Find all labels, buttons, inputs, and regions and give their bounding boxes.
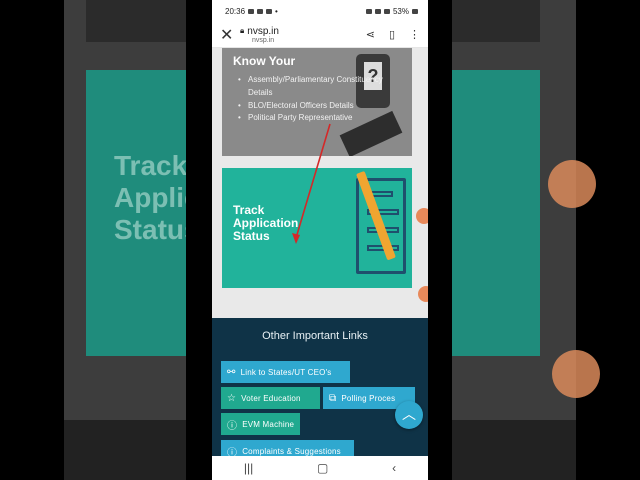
info-icon: ⓘ [227, 420, 238, 432]
other-links-section: Other Important Links ⚯ Link to States/U… [212, 318, 428, 458]
lock-icon: 🔒︎ [240, 26, 245, 35]
url-host: nvsp.in [247, 25, 279, 37]
more-vertical-icon[interactable]: ⋮ [409, 28, 420, 41]
voter-education-button[interactable]: ☆ Voter Education [221, 387, 320, 409]
button-label: Polling Proces [341, 393, 396, 403]
star-icon: ☆ [227, 392, 237, 404]
background-right [452, 0, 576, 480]
android-nav-bar: ||| ▢ ‹ [212, 456, 428, 480]
signal-icon [383, 8, 390, 14]
scroll-to-top-button[interactable]: ︿ [395, 401, 423, 429]
know-your-title: Know Your [233, 54, 296, 68]
know-your-list: Assembly/Parliamentary Constituency Deta… [238, 74, 408, 125]
url-display[interactable]: 🔒︎ nvsp.in nvsp.in [240, 26, 352, 44]
background-track-text: TrackApplicStatus [114, 150, 186, 245]
url-subtitle: nvsp.in [252, 36, 275, 44]
background-teal-panel [452, 70, 540, 356]
battery-level: 53% [392, 6, 409, 16]
background-dark-box [452, 0, 540, 42]
side-circle [418, 286, 428, 302]
home-icon[interactable]: ▢ [317, 461, 328, 475]
background-circle [552, 350, 600, 398]
other-links-heading: Other Important Links [262, 330, 368, 342]
background-dark-box [86, 0, 186, 42]
share-icon[interactable]: ⋖ [366, 28, 375, 41]
recents-icon[interactable]: ||| [244, 461, 253, 475]
external-link-icon: ⧉ [329, 392, 337, 404]
button-label: Link to States/UT CEO's [240, 367, 332, 377]
button-label: EVM Machine [242, 419, 295, 429]
evm-machine-button[interactable]: ⓘ EVM Machine [221, 413, 300, 435]
whatsapp-icon [266, 8, 273, 14]
track-application-card[interactable]: Track Application Status [222, 168, 412, 288]
chevron-up-icon: ︿ [402, 406, 416, 422]
close-icon[interactable]: ✕ [220, 25, 233, 45]
list-item[interactable]: BLO/Electoral Officers Details [238, 100, 408, 113]
background-left: TrackApplicStatus [64, 0, 186, 480]
know-your-card[interactable]: ? Know Your Assembly/Parliamentary Const… [222, 48, 412, 156]
pencil-icon[interactable] [416, 208, 428, 224]
cloud-icon [257, 8, 264, 14]
list-item[interactable]: Political Party Representative [238, 112, 408, 125]
bluetooth-icon [374, 8, 381, 14]
button-label: Complaints & Suggestions [242, 446, 341, 456]
list-item[interactable]: Assembly/Parliamentary Constituency Deta… [238, 74, 408, 100]
background-pencil-icon [548, 160, 596, 208]
alarm-icon [365, 8, 372, 14]
phone-screen: 20:36 • 53% ✕ 🔒︎ nvsp.in nvsp.in ⋖ ▯ ⋮ ?… [212, 0, 428, 480]
background-footer [64, 420, 186, 480]
bookmark-icon[interactable]: ▯ [389, 28, 395, 41]
button-label: Voter Education [241, 393, 301, 403]
browser-toolbar: ✕ 🔒︎ nvsp.in nvsp.in ⋖ ▯ ⋮ [212, 22, 428, 48]
battery-icon [412, 8, 418, 14]
status-time: 20:36 [225, 6, 246, 16]
background-footer [452, 420, 576, 480]
track-application-title: Track Application Status [233, 203, 299, 243]
status-bar: 20:36 • 53% [212, 0, 428, 22]
video-icon [248, 8, 255, 14]
screen: TrackApplicStatus 20:36 • 53% [0, 0, 640, 480]
back-icon[interactable]: ‹ [392, 461, 396, 475]
page-content: ? Know Your Assembly/Parliamentary Const… [212, 48, 428, 458]
states-ceo-link-button[interactable]: ⚯ Link to States/UT CEO's [221, 361, 350, 383]
notification-dot-icon: • [275, 6, 278, 16]
link-icon: ⚯ [227, 366, 236, 378]
